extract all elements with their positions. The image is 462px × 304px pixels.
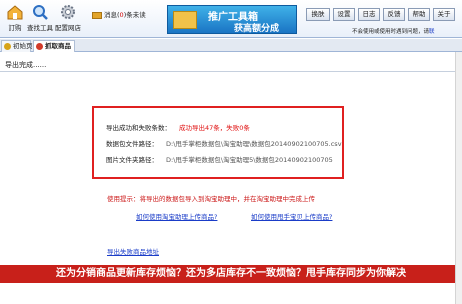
tab-bar: 初始页 抓取商品: [0, 39, 462, 52]
shuaishou-upload-link[interactable]: 如何使用甩手宝贝上传商品?: [251, 211, 332, 221]
home-icon: [7, 5, 23, 20]
image-folder-label: 图片文件夹路径：: [106, 156, 158, 164]
toolbar-search-button[interactable]: 查找工具: [26, 3, 54, 32]
tab-start-page[interactable]: 初始页: [1, 40, 33, 52]
grab-products-icon: [36, 43, 43, 50]
vertical-scrollbar[interactable]: [455, 52, 462, 304]
image-folder-row: 图片文件夹路径： D:\甩手掌柜数据包\淘宝助理5\数据包201409021007…: [106, 154, 333, 164]
search-icon: [33, 5, 48, 20]
package-path-row: 数据包文件路径： D:\甩手掌柜数据包\淘宝助理\数据包2014090210070…: [106, 138, 342, 148]
message-suffix: )条未读: [123, 11, 146, 19]
about-button[interactable]: 关于: [433, 8, 455, 21]
mail-icon: [92, 11, 102, 19]
contact-link[interactable]: 联: [429, 29, 435, 35]
main-toolbar: 訂购 查找工具 配置网店 消息(0)条未读 推广工具箱 获高额分成 换肤 设置 …: [0, 0, 462, 38]
toolbar-config-button[interactable]: 配置网店: [54, 3, 82, 32]
help-hint-text: 不会使用或使用时遇到问题，请: [352, 29, 430, 35]
banner-subtitle: 获高额分成: [234, 24, 280, 34]
status-divider: [0, 71, 462, 72]
export-status: 导出完成......: [5, 61, 47, 69]
toolbar-search-label: 查找工具: [27, 24, 53, 32]
usage-tip: 使用提示：将导出的数据包导入到淘宝助理中，并在淘宝助理中完成上传: [107, 195, 315, 203]
gear-icon: [61, 5, 75, 19]
result-count-label: 导出成功和失败条数：: [106, 124, 171, 132]
settings-button[interactable]: 设置: [333, 8, 355, 21]
toolbar-home-label: 訂购: [8, 24, 22, 32]
toolbar-config-label: 配置网店: [55, 24, 81, 32]
image-folder-value: D:\甩手掌柜数据包\淘宝助理5\数据包20140902100705: [166, 156, 333, 164]
package-path-value: D:\甩手掌柜数据包\淘宝助理\数据包20140902100705.csv: [166, 140, 342, 148]
tab-grab-products-label: 抓取商品: [45, 42, 71, 50]
feedback-button[interactable]: 反馈: [383, 8, 405, 21]
result-count-value: 成功导出47条，失败0条: [179, 124, 250, 132]
export-result-box: 导出成功和失败条数： 成功导出47条，失败0条 数据包文件路径： D:\甩手掌柜数据…: [92, 106, 344, 179]
toolbox-icon: [173, 11, 197, 29]
tab-start-page-label: 初始页: [13, 42, 33, 50]
message-label: 消息(: [104, 11, 120, 19]
log-button[interactable]: 日志: [358, 8, 380, 21]
tb-assistant-upload-link[interactable]: 如何使用淘宝助理上传商品?: [136, 211, 217, 221]
result-count-row: 导出成功和失败条数： 成功导出47条，失败0条: [106, 122, 250, 132]
failed-products-link[interactable]: 导出失败商品地址: [107, 246, 159, 256]
message-indicator[interactable]: 消息(0)条未读: [92, 9, 146, 19]
toolbar-home-button[interactable]: 訂购: [1, 3, 29, 32]
start-page-icon: [4, 43, 11, 50]
promo-banner[interactable]: 推广工具箱 获高额分成: [167, 5, 297, 34]
help-hint: 不会使用或使用时遇到问题，请联: [352, 27, 435, 35]
tab-grab-products[interactable]: 抓取商品: [33, 40, 75, 52]
skin-button[interactable]: 换肤: [306, 8, 330, 21]
package-path-label: 数据包文件路径：: [106, 140, 158, 148]
ad-banner[interactable]: 还为分销商品更新库存烦恼？还为多店库存不一致烦恼？甩手库存同步为你解决: [0, 265, 462, 283]
help-button[interactable]: 帮助: [408, 8, 430, 21]
